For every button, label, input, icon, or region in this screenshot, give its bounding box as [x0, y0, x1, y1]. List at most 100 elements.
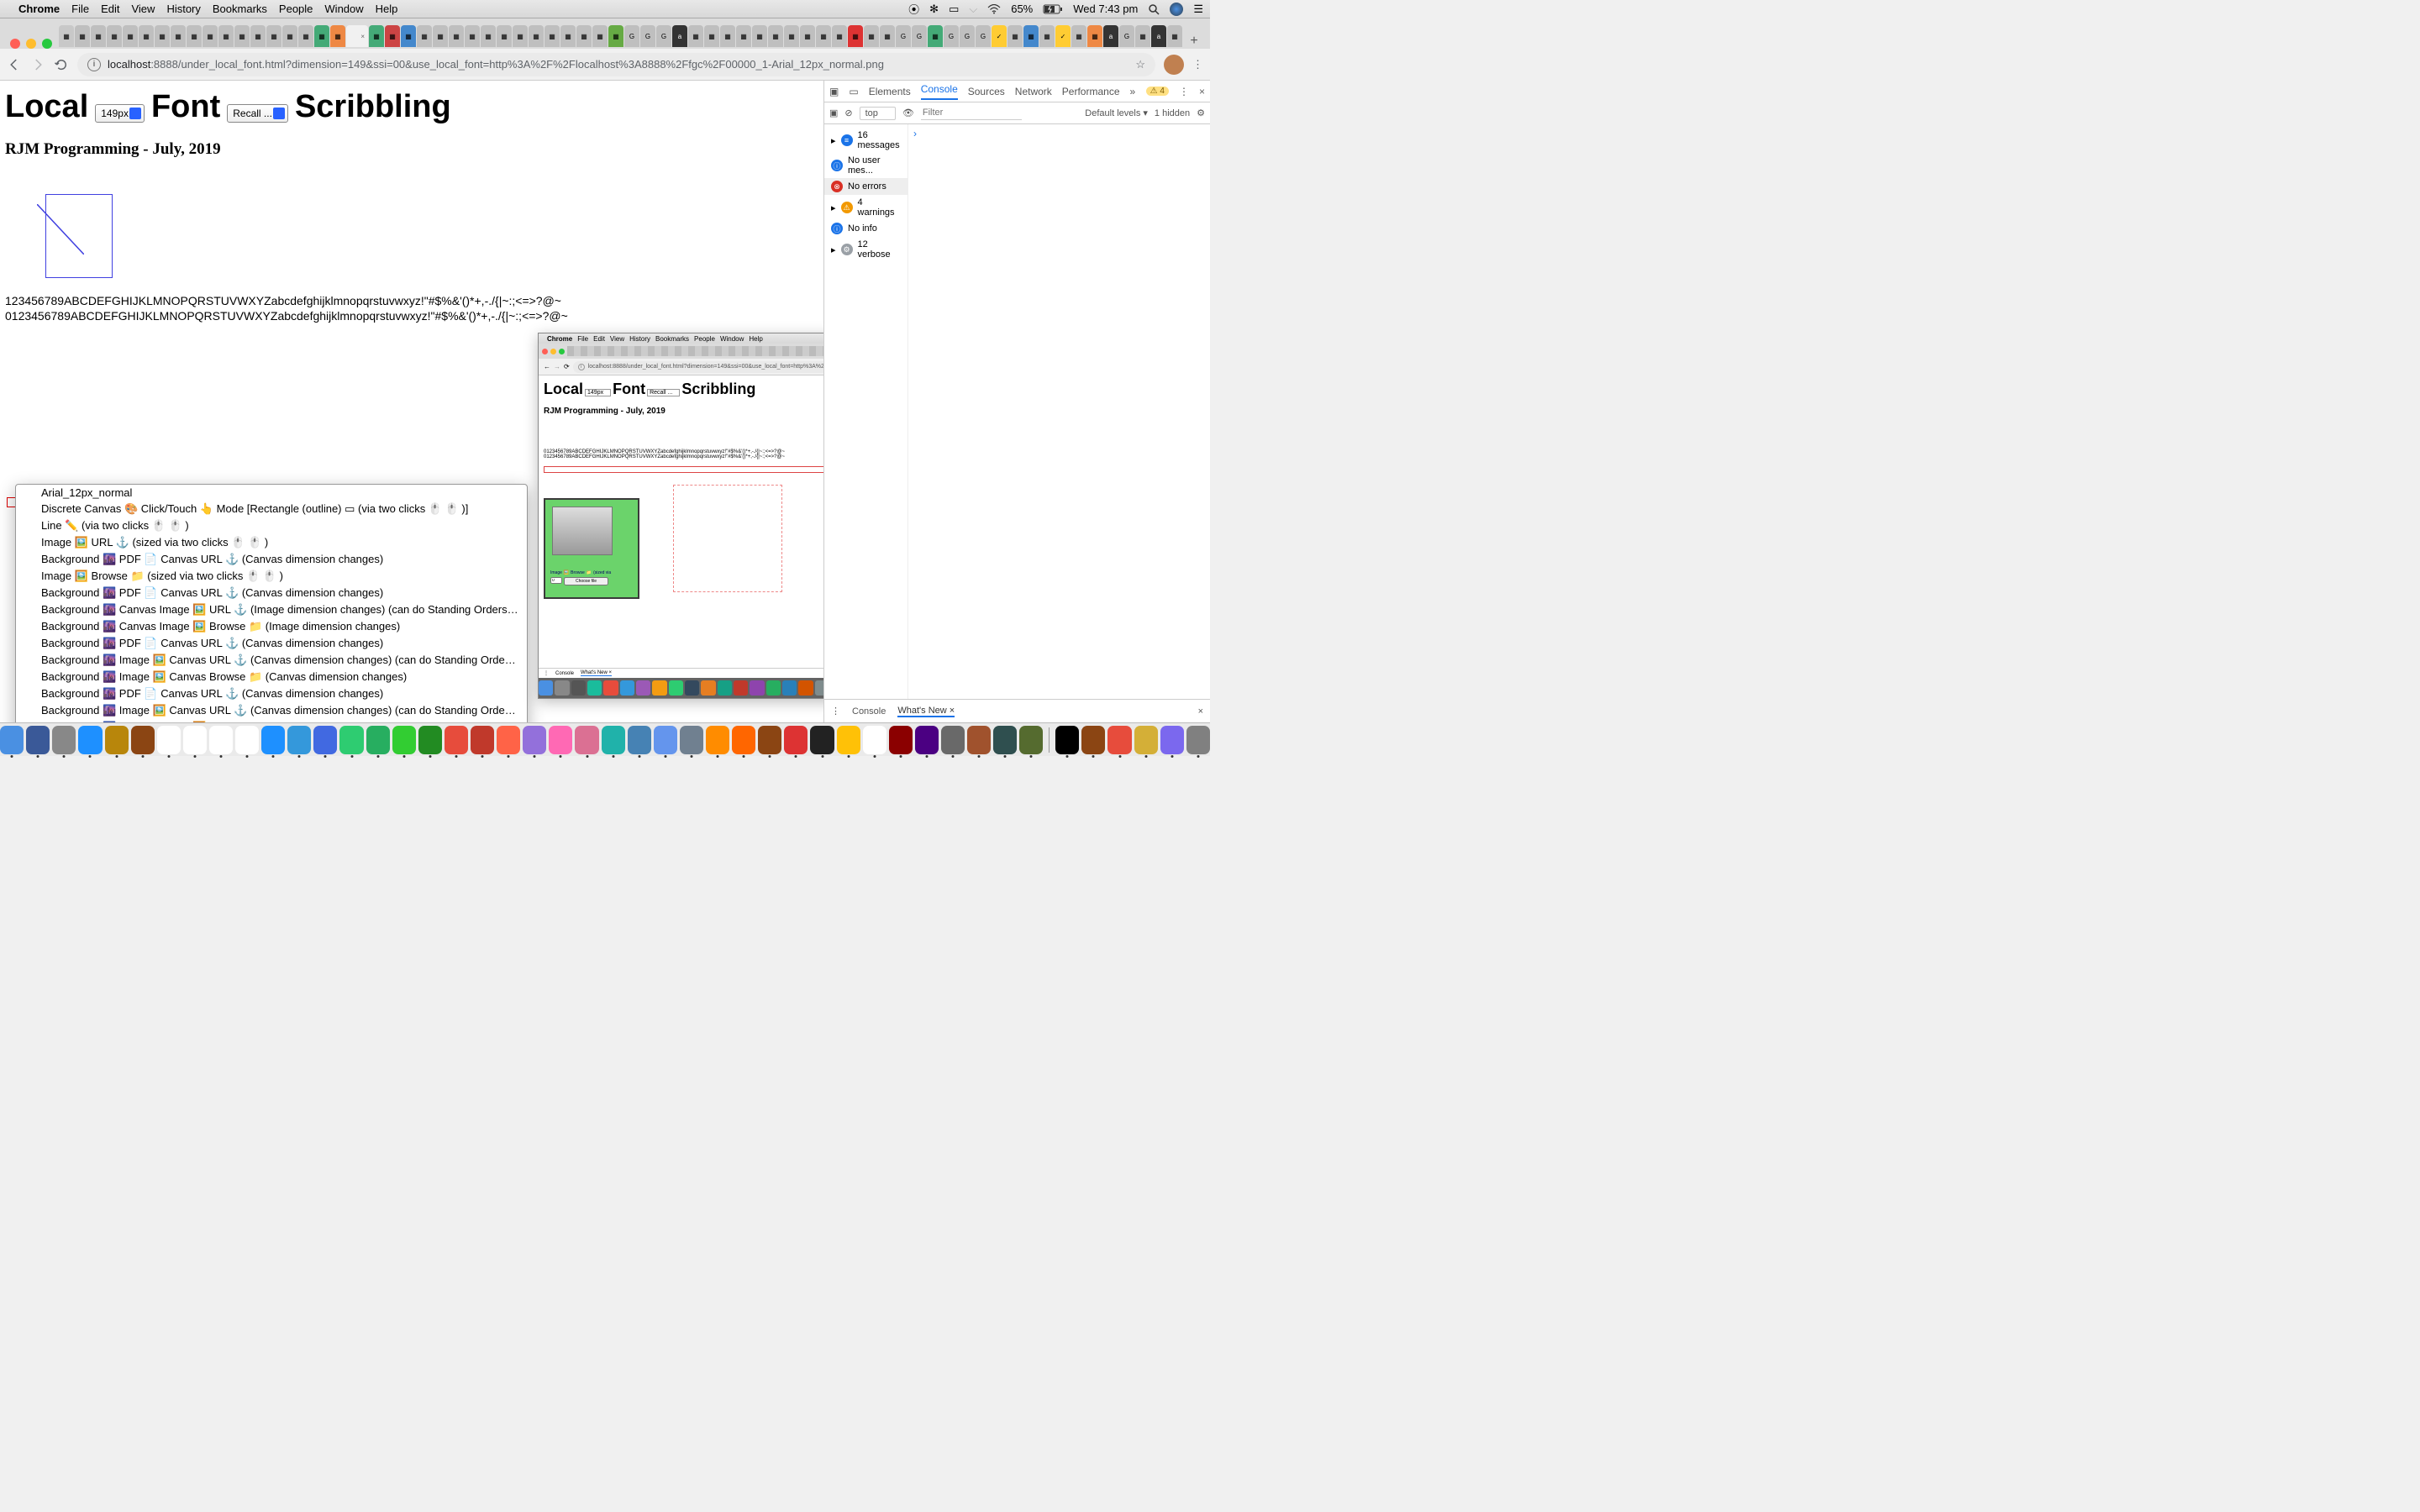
dock-app[interactable] — [1055, 726, 1079, 754]
filter-input[interactable] — [921, 106, 1022, 120]
browser-tab[interactable]: ▦ — [187, 25, 202, 47]
menubar-app[interactable]: Chrome — [18, 3, 60, 15]
browser-tab[interactable]: ▦ — [1167, 25, 1182, 47]
browser-tab[interactable]: ▦ — [481, 25, 496, 47]
status-icon[interactable]: ✻ — [929, 3, 939, 16]
notification-icon[interactable]: ☰ — [1193, 3, 1203, 16]
dock-app[interactable] — [313, 726, 337, 754]
browser-tab[interactable]: ▦ — [282, 25, 297, 47]
profile-avatar[interactable] — [1164, 55, 1184, 75]
dock-app[interactable] — [549, 726, 572, 754]
back-button[interactable] — [7, 57, 22, 72]
devtools-tab-active[interactable]: Console — [921, 83, 958, 100]
bookmark-star-icon[interactable]: ☆ — [1135, 58, 1145, 71]
dock-app[interactable] — [52, 726, 76, 754]
clock[interactable]: Wed 7:43 pm — [1073, 3, 1138, 15]
dock-app[interactable] — [105, 726, 129, 754]
menu-people[interactable]: People — [279, 3, 313, 15]
browser-tab[interactable]: ▦ — [832, 25, 847, 47]
reload-button[interactable] — [54, 57, 69, 72]
browser-tab[interactable]: ▦ — [234, 25, 250, 47]
browser-tab[interactable]: ▦ — [768, 25, 783, 47]
browser-tab[interactable]: ▦ — [59, 25, 74, 47]
browser-tab[interactable]: ▦ — [736, 25, 751, 47]
browser-tab[interactable]: ▦ — [401, 25, 416, 47]
display-icon[interactable]: ▭ — [949, 3, 959, 16]
browser-tab[interactable]: a — [672, 25, 687, 47]
browser-tab[interactable]: G — [912, 25, 927, 47]
status-icon[interactable]: ⦿ — [908, 1, 919, 17]
dropdown-option[interactable]: Arial_12px_normal — [16, 485, 527, 501]
dock-app[interactable] — [183, 726, 207, 754]
dock-app[interactable] — [889, 726, 913, 754]
dock-app[interactable] — [0, 726, 24, 754]
devtools-tab[interactable]: Elements — [869, 86, 911, 97]
dock-app[interactable] — [967, 726, 991, 754]
browser-tab[interactable]: ▦ — [203, 25, 218, 47]
dock-app[interactable] — [392, 726, 416, 754]
browser-tab[interactable]: ▦ — [139, 25, 154, 47]
dropdown-option[interactable]: Background 🌆 Canvas Image 🖼️ Browse 📁 (I… — [16, 618, 527, 635]
dock-app[interactable] — [837, 726, 860, 754]
devtools-more[interactable]: » — [1130, 86, 1136, 97]
dock-app[interactable] — [287, 726, 311, 754]
dropdown-option[interactable]: Background 🌆 Image 🖼️ Canvas URL ⚓ (Canv… — [16, 652, 527, 669]
browser-tab[interactable]: ▦ — [816, 25, 831, 47]
drawer-menu-icon[interactable]: ⋮ — [831, 706, 840, 717]
dock-app[interactable] — [78, 726, 102, 754]
forward-button[interactable] — [30, 57, 45, 72]
dropdown-option[interactable]: Background 🌆 PDF 📄 Canvas URL ⚓ (Canvas … — [16, 551, 527, 568]
dock-app[interactable] — [863, 726, 886, 754]
dropdown-option[interactable]: Background 🌆 PDF 📄 Canvas URL ⚓ (Canvas … — [16, 685, 527, 702]
browser-tab[interactable]: ▦ — [1071, 25, 1086, 47]
dropdown-option[interactable]: Discrete Canvas 🎨 Click/Touch 👆 Mode [Re… — [16, 501, 527, 517]
dock-app[interactable] — [654, 726, 677, 754]
menu-file[interactable]: File — [71, 3, 89, 15]
browser-tab[interactable]: ▦ — [298, 25, 313, 47]
dock-app[interactable] — [497, 726, 520, 754]
browser-tab[interactable]: ▦ — [544, 25, 560, 47]
browser-tab[interactable]: ▦ — [171, 25, 186, 47]
size-select[interactable]: 149px — [95, 104, 145, 123]
browser-tab[interactable]: ▦ — [369, 25, 384, 47]
dropdown-option[interactable]: Background 🌆 Image 🖼️ Canvas URL ⚓ (Canv… — [16, 702, 527, 719]
browser-tab[interactable]: ▦ — [880, 25, 895, 47]
inspect-icon[interactable]: ▣ — [829, 86, 839, 97]
drawer-tab[interactable]: Console — [852, 706, 886, 717]
browser-tab[interactable]: ▦ — [123, 25, 138, 47]
chrome-menu-icon[interactable]: ⋮ — [1192, 58, 1203, 71]
dock-app[interactable] — [471, 726, 494, 754]
browser-tab[interactable]: ▦ — [848, 25, 863, 47]
dock-app[interactable] — [1134, 726, 1158, 754]
browser-tab[interactable]: ▦ — [513, 25, 528, 47]
browser-tab[interactable]: ▦ — [720, 25, 735, 47]
browser-tab[interactable]: ✓ — [1055, 25, 1071, 47]
menu-window[interactable]: Window — [324, 3, 363, 15]
console-sidebar-toggle[interactable]: ▣ — [829, 108, 838, 118]
minimize-window-button[interactable] — [26, 39, 36, 49]
dock-app[interactable] — [235, 726, 259, 754]
dock-app[interactable] — [339, 726, 363, 754]
browser-tab[interactable]: ▦ — [385, 25, 400, 47]
browser-tab[interactable]: G — [976, 25, 991, 47]
console-filter-row[interactable]: ⓘ No info — [824, 220, 908, 237]
dock-app[interactable] — [575, 726, 598, 754]
dock-app[interactable] — [1186, 726, 1210, 754]
dock-app[interactable] — [810, 726, 834, 754]
dock-app[interactable] — [445, 726, 468, 754]
new-tab-button[interactable]: + — [1183, 34, 1205, 49]
live-expression-icon[interactable]: 👁 — [902, 108, 914, 118]
drawer-tab-active[interactable]: What's New × — [897, 706, 955, 717]
browser-tab[interactable]: ▦ — [1135, 25, 1150, 47]
dock-app[interactable] — [1081, 726, 1105, 754]
dock-app[interactable] — [1160, 726, 1184, 754]
console-filter-row[interactable]: ⊗ No errors — [824, 178, 908, 195]
browser-tab[interactable]: ✓ — [992, 25, 1007, 47]
console-filter-row[interactable]: ⓘ No user mes... — [824, 153, 908, 178]
device-toggle-icon[interactable]: ▭ — [849, 86, 858, 97]
dock-app[interactable] — [131, 726, 155, 754]
dropdown-option[interactable]: Background 🌆 Canvas Image 🖼️ URL ⚓ (Imag… — [16, 601, 527, 618]
dropdown-option[interactable]: Image 🖼️ Browse 📁 (sized via two clicks … — [16, 568, 527, 585]
address-bar[interactable]: i localhost:8888/under_local_font.html?d… — [77, 53, 1155, 76]
dock-app[interactable] — [523, 726, 546, 754]
